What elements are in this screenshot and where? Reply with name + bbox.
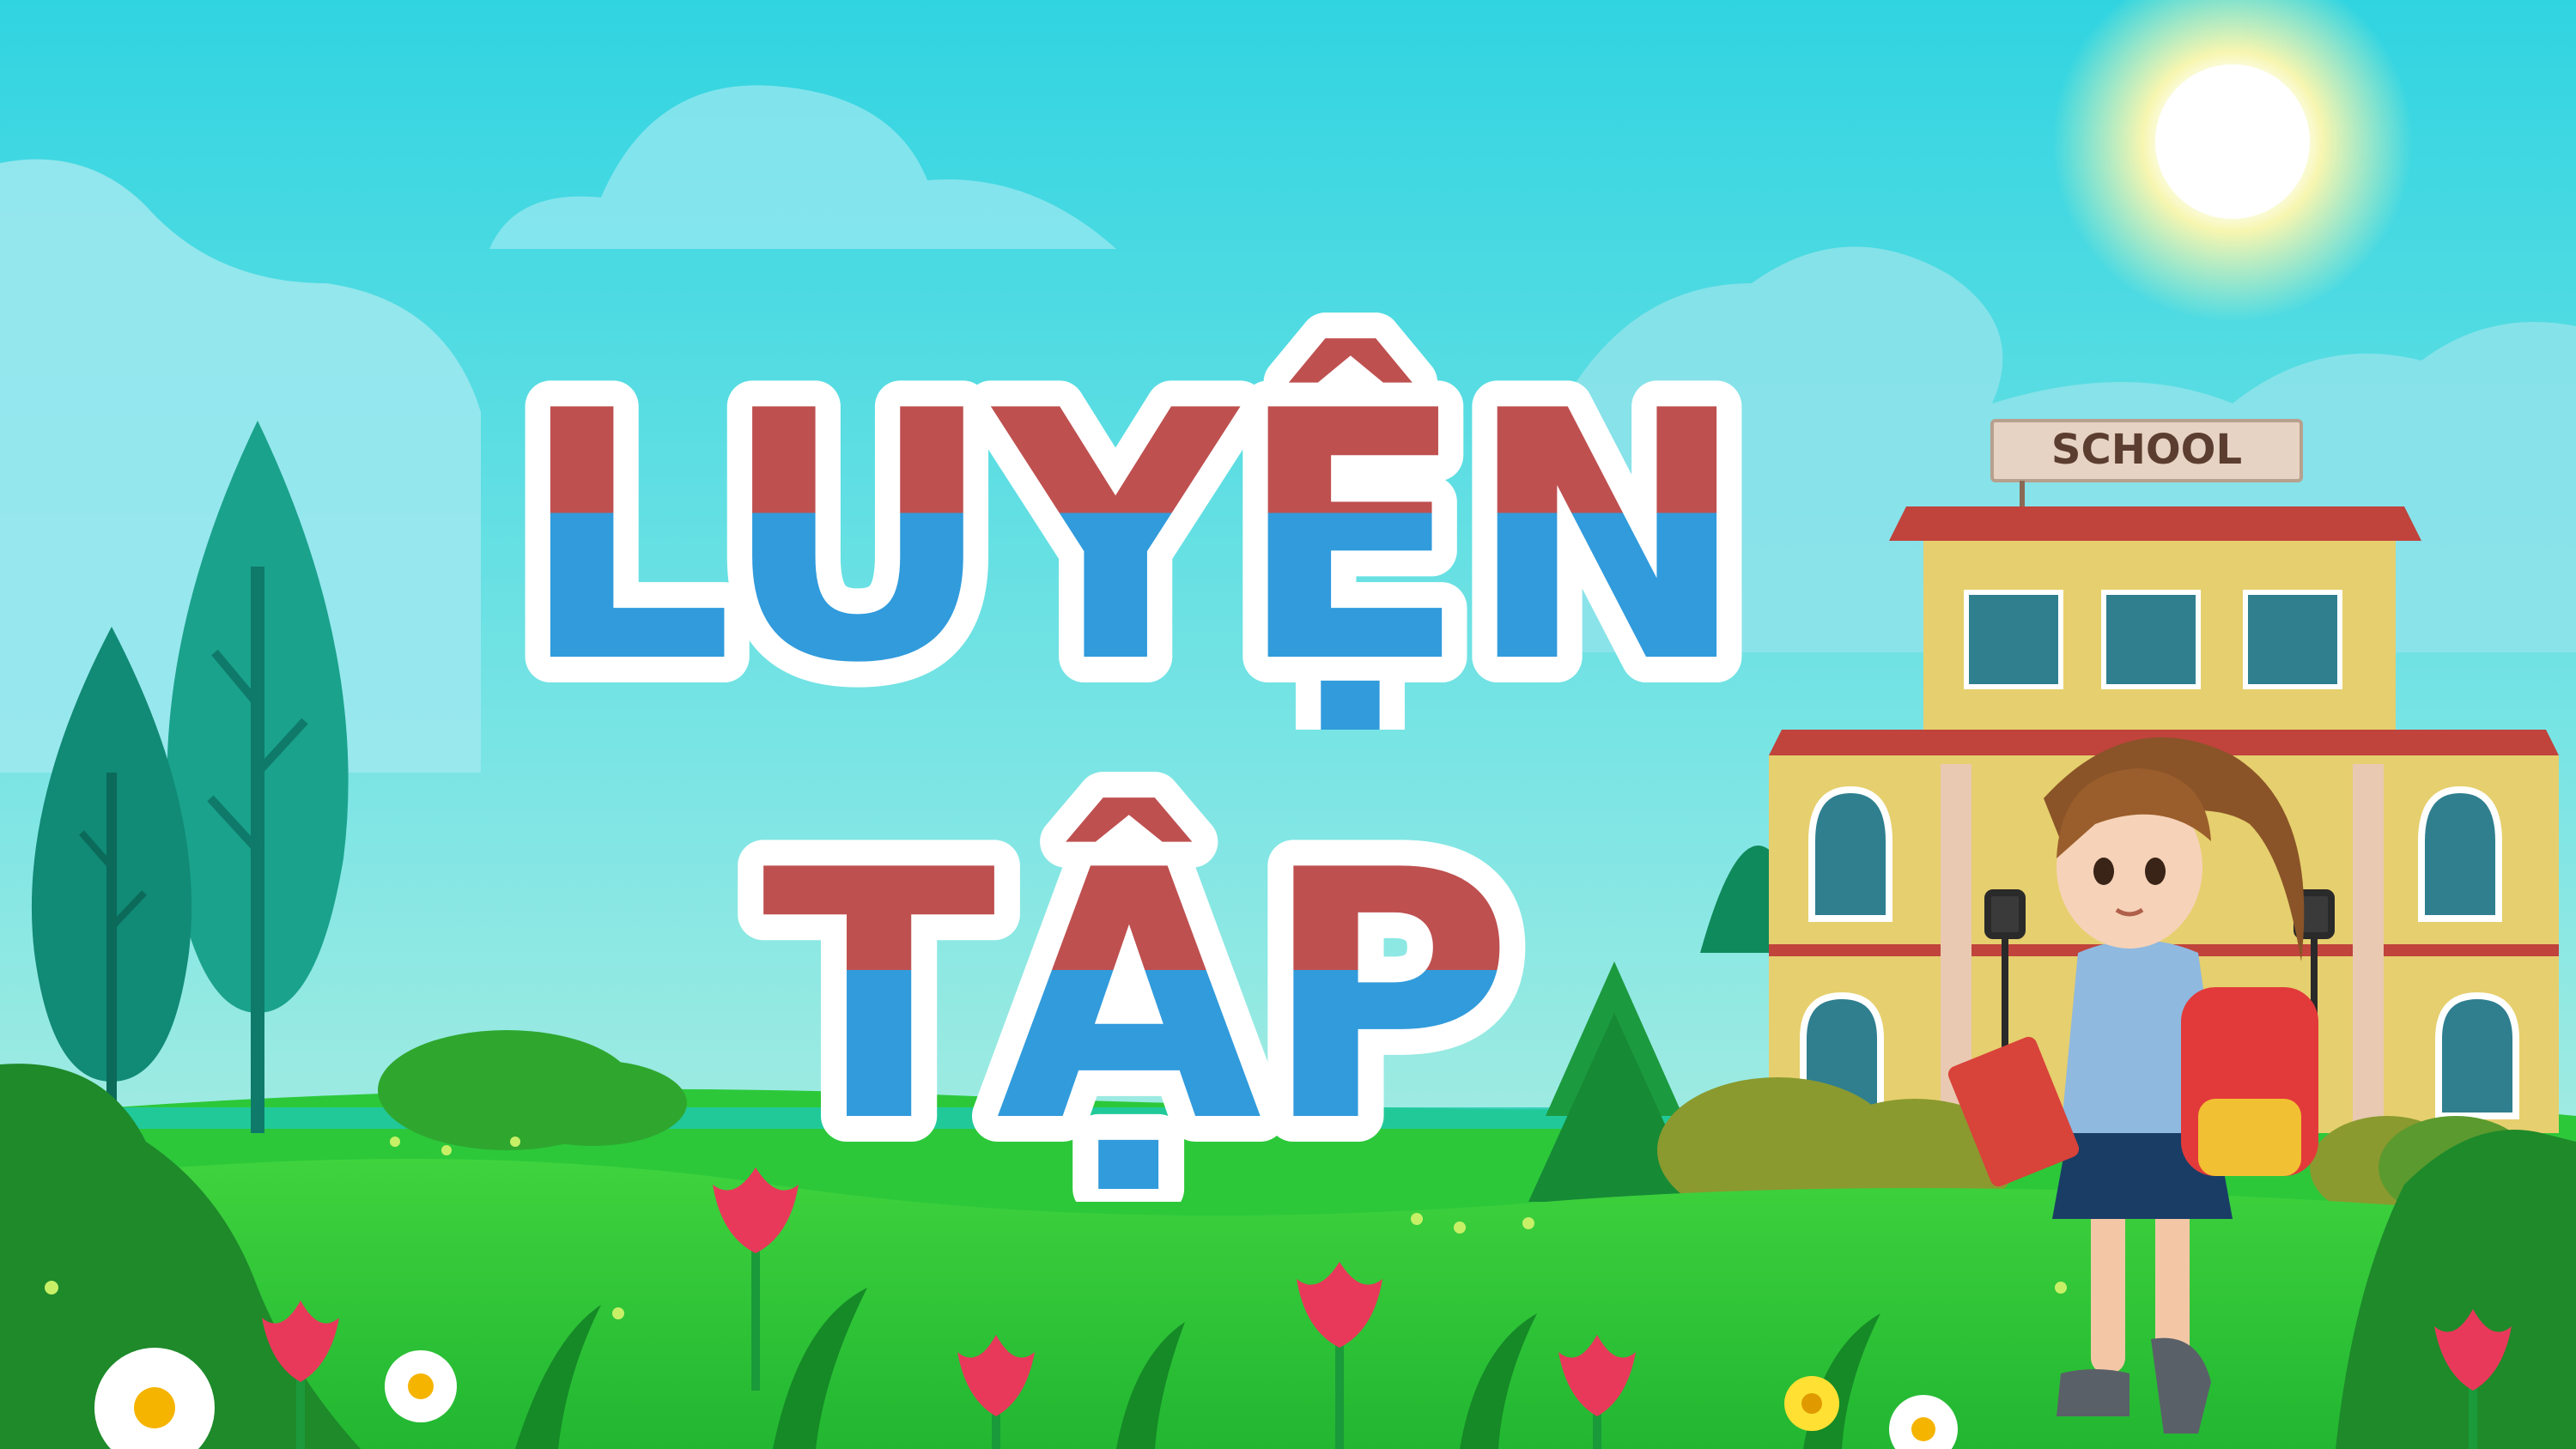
title-line-1-text: LUYỆN (519, 335, 1747, 730)
school-sign: SCHOOL (2051, 426, 2242, 474)
title-line-2: TẬP TẬP (736, 768, 1540, 1202)
title-line-2-text: TẬP (762, 794, 1514, 1197)
flower-icon (385, 1350, 457, 1422)
title-line-1: LUYỆN LUYỆN (494, 309, 1752, 730)
flower-icon (1784, 1376, 1839, 1431)
